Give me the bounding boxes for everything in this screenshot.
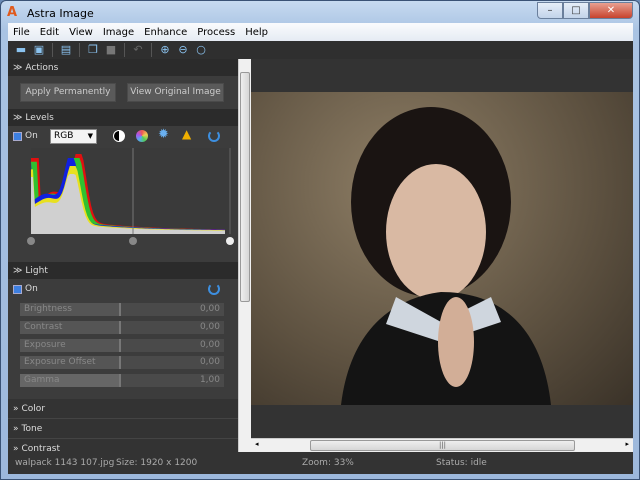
- light-title: Light: [25, 265, 48, 276]
- menu-enhance[interactable]: Enhance: [139, 27, 192, 38]
- minimize-button[interactable]: –: [537, 2, 563, 19]
- contrast-slider[interactable]: Contrast 0,00: [20, 321, 224, 334]
- light-on-checkbox[interactable]: On: [13, 284, 38, 294]
- status-size: Size: 1920 x 1200: [116, 458, 198, 468]
- levels-on-label: On: [25, 131, 38, 141]
- close-button[interactable]: ✕: [589, 2, 633, 19]
- window-title: Astra Image: [27, 6, 94, 20]
- menu-view[interactable]: View: [64, 27, 98, 38]
- portrait-image: [341, 107, 551, 405]
- reset-icon[interactable]: [208, 130, 220, 142]
- slider-label: Brightness: [24, 304, 72, 314]
- menu-file[interactable]: File: [8, 27, 35, 38]
- open-icon[interactable]: ▬: [14, 43, 28, 57]
- zoom-out-icon[interactable]: ⊖: [176, 43, 190, 57]
- tone-title: Tone: [21, 423, 43, 434]
- adjustments-panel: ≫ Actions Apply Permanently View Original…: [8, 59, 238, 452]
- title-bar: A Astra Image: [7, 4, 94, 22]
- slider-value: 0,00: [199, 357, 220, 367]
- zoom-fit-icon[interactable]: ○: [194, 43, 208, 57]
- status-zoom: Zoom: 33%: [302, 458, 354, 468]
- warning-icon[interactable]: ▲: [182, 127, 191, 141]
- menu-edit[interactable]: Edit: [35, 27, 64, 38]
- toolbar: ▬ ▣ ▤ ❐ ■ ↶ ⊕ ⊖ ○: [8, 41, 633, 59]
- slider-value: 0,00: [199, 340, 220, 350]
- image-viewport: [251, 59, 633, 438]
- brightness-slider[interactable]: Brightness 0,00: [20, 303, 224, 316]
- light-reset-icon[interactable]: [208, 283, 220, 295]
- exposure-slider[interactable]: Exposure 0,00: [20, 339, 224, 352]
- save-icon[interactable]: ▣: [32, 43, 46, 57]
- light-header[interactable]: ≫ Light: [8, 262, 238, 279]
- tone-header[interactable]: » Tone: [8, 419, 238, 439]
- levels-on-checkbox[interactable]: On: [13, 131, 38, 141]
- light-section: On Brightness 0,00 Contrast 0,00 Exposure 0…: [8, 279, 238, 399]
- scroll-thumb[interactable]: [240, 72, 250, 302]
- levels-header[interactable]: ≫ Levels: [8, 109, 238, 126]
- menu-image[interactable]: Image: [98, 27, 139, 38]
- midtone-handle: [129, 237, 137, 245]
- color-wheel-icon[interactable]: [136, 130, 148, 142]
- actions-header[interactable]: ≫ Actions: [8, 59, 238, 76]
- menu-help[interactable]: Help: [240, 27, 273, 38]
- view-original-button[interactable]: View Original Image: [127, 83, 224, 102]
- white-point-handle: [226, 237, 234, 245]
- channel-select[interactable]: RGB ▼: [50, 129, 97, 144]
- color-title: Color: [21, 403, 46, 414]
- contrast-header[interactable]: » Contrast: [8, 439, 238, 452]
- slider-value: 0,00: [199, 322, 220, 332]
- slider-label: Contrast: [24, 322, 63, 332]
- color-header[interactable]: » Color: [8, 399, 238, 419]
- contrast-title: Contrast: [21, 443, 60, 453]
- print-icon[interactable]: ▤: [59, 43, 73, 57]
- status-state: Status: idle: [436, 458, 487, 468]
- light-on-label: On: [25, 284, 38, 294]
- copy-icon[interactable]: ❐: [86, 43, 100, 57]
- app-window: A Astra Image – □ ✕ File Edit View Image…: [0, 0, 640, 480]
- levels-title: Levels: [25, 112, 54, 123]
- status-filename: walpack 1143 107.jpg: [15, 458, 115, 468]
- contrast-icon[interactable]: [113, 130, 125, 142]
- menu-bar: File Edit View Image Enhance Process Hel…: [8, 23, 633, 41]
- slider-label: Exposure Offset: [24, 357, 96, 367]
- zoom-in-icon[interactable]: ⊕: [158, 43, 172, 57]
- slider-label: Gamma: [24, 375, 60, 385]
- channel-value: RGB: [54, 131, 74, 141]
- undo-icon[interactable]: ↶: [131, 43, 145, 57]
- panel-scrollbar[interactable]: [238, 59, 251, 452]
- photo-preview: [251, 92, 633, 405]
- app-logo-icon: A: [7, 5, 18, 20]
- horizontal-scrollbar[interactable]: ◂ ||| ▸: [251, 438, 633, 452]
- gear-icon[interactable]: ✹: [158, 127, 169, 142]
- slider-label: Exposure: [24, 340, 66, 350]
- exposure-offset-slider[interactable]: Exposure Offset 0,00: [20, 356, 224, 369]
- status-bar: walpack 1143 107.jpg Size: 1920 x 1200 Z…: [8, 452, 633, 474]
- scroll-right-icon[interactable]: ▸: [625, 440, 629, 448]
- actions-title: Actions: [25, 62, 59, 73]
- paste-icon[interactable]: ■: [104, 43, 118, 57]
- apply-permanently-button[interactable]: Apply Permanently: [20, 83, 116, 102]
- menu-process[interactable]: Process: [192, 27, 240, 38]
- maximize-button[interactable]: □: [563, 2, 589, 19]
- slider-value: 1,00: [199, 375, 220, 385]
- black-point-handle: [27, 237, 35, 245]
- levels-section: On RGB ▼ ✹ ▲: [8, 126, 238, 262]
- histogram: [27, 148, 234, 245]
- scroll-left-icon[interactable]: ◂: [255, 440, 259, 448]
- slider-value: 0,00: [199, 304, 220, 314]
- gamma-slider[interactable]: Gamma 1,00: [20, 374, 224, 387]
- horizontal-scroll-thumb[interactable]: |||: [310, 440, 575, 451]
